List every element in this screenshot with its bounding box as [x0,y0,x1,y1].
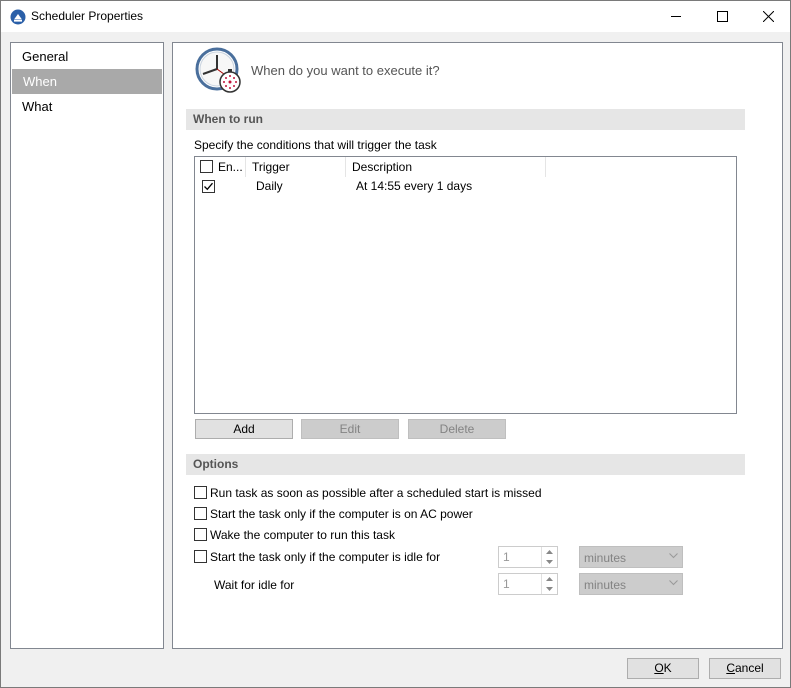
ac-power-label[interactable]: Start the task only if the computer is o… [210,507,473,521]
options-header: Options [186,454,745,475]
idle-duration-stepper[interactable]: 1 [498,546,558,568]
maximize-button[interactable] [699,1,745,32]
minimize-button[interactable] [653,1,699,32]
select-all-checkbox[interactable] [200,160,213,173]
table-row[interactable]: Daily At 14:55 every 1 days [195,177,736,196]
minimize-icon [670,16,681,17]
window-title: Scheduler Properties [31,9,144,23]
app-icon [10,9,26,25]
cancel-label-rest: ancel [734,661,764,675]
maximize-icon [716,11,728,22]
close-button[interactable] [745,1,791,32]
idle-checkbox[interactable] [194,550,207,563]
idle-unit-value: minutes [584,551,627,565]
column-trigger[interactable]: Trigger [246,157,346,177]
wait-idle-stepper[interactable]: 1 [498,573,558,595]
chevron-down-icon [669,580,678,586]
idle-unit-select[interactable]: minutes [579,546,683,568]
scheduler-properties-window: Scheduler Properties General When What W… [0,0,791,688]
ok-accelerator: O [654,661,664,675]
stepper-down-button[interactable] [542,557,557,567]
wait-idle-value[interactable]: 1 [503,577,510,591]
row-trigger: Daily [256,179,283,193]
run-missed-checkbox[interactable] [194,486,207,499]
header-prompt: When do you want to execute it? [251,63,440,78]
chevron-down-icon [546,560,553,564]
triggers-grid: En... Trigger Description Daily At 14:55… [194,156,737,414]
ok-label-rest: K [663,661,672,675]
cancel-accelerator: C [726,661,735,675]
row-description: At 14:55 every 1 days [356,179,473,193]
ok-button[interactable]: OK [627,658,699,679]
grid-header: En... Trigger Description [195,157,736,177]
stepper-down-button[interactable] [542,584,557,594]
when-to-run-header: When to run [186,109,745,130]
properties-nav: General When What [10,42,164,649]
checkmark-icon [204,182,213,191]
column-enabled-label: En... [218,160,243,174]
wake-label[interactable]: Wake the computer to run this task [210,528,395,542]
chevron-down-icon [546,587,553,591]
nav-item-when[interactable]: When [12,69,162,94]
nav-item-what[interactable]: What [11,94,163,119]
ac-power-checkbox[interactable] [194,507,207,520]
delete-trigger-button[interactable]: Delete [408,419,506,439]
idle-stepper-arrows[interactable] [541,547,557,567]
stepper-up-button[interactable] [542,547,557,557]
trigger-instructions: Specify the conditions that will trigger… [194,138,437,152]
title-bar[interactable]: Scheduler Properties [1,1,790,32]
when-panel: When do you want to execute it? When to … [172,42,783,649]
nav-item-general[interactable]: General [11,44,163,69]
row-enabled-checkbox[interactable] [202,180,215,193]
add-trigger-button[interactable]: Add [195,419,293,439]
chevron-down-icon [669,553,678,559]
stepper-up-button[interactable] [542,574,557,584]
wait-idle-label: Wait for idle for [214,578,295,592]
idle-duration-value[interactable]: 1 [503,550,510,564]
wait-idle-unit-value: minutes [584,578,627,592]
close-icon [762,11,774,22]
cancel-button[interactable]: Cancel [709,658,781,679]
chevron-up-icon [546,550,553,554]
clock-stopwatch-icon [195,47,241,93]
chevron-up-icon [546,577,553,581]
wake-checkbox[interactable] [194,528,207,541]
column-enabled[interactable]: En... [195,157,246,177]
edit-trigger-button[interactable]: Edit [301,419,399,439]
wait-stepper-arrows[interactable] [541,574,557,594]
column-description[interactable]: Description [346,157,546,177]
idle-label[interactable]: Start the task only if the computer is i… [210,550,440,564]
wait-idle-unit-select[interactable]: minutes [579,573,683,595]
run-missed-label[interactable]: Run task as soon as possible after a sch… [210,486,542,500]
